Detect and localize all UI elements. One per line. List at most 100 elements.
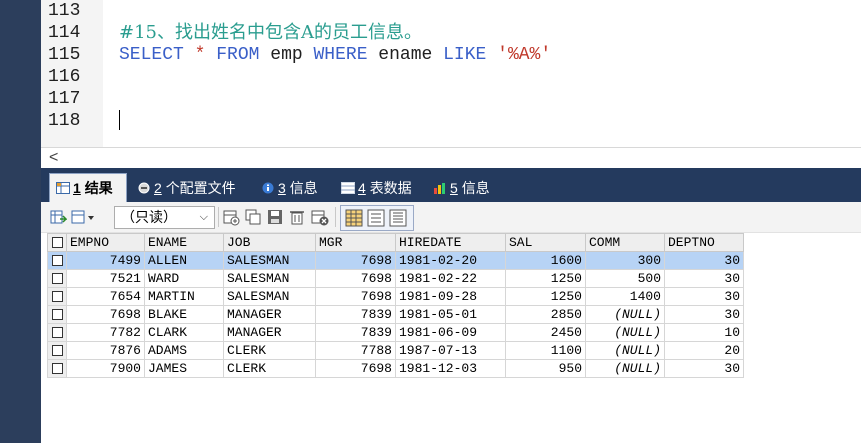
- table-cell[interactable]: (NULL): [585, 341, 665, 360]
- table-cell[interactable]: 20: [664, 341, 744, 360]
- table-cell[interactable]: 7499: [66, 251, 145, 270]
- table-cell[interactable]: 7698: [315, 287, 396, 306]
- table-row[interactable]: 7499 ALLEN SALESMAN 7698 1981-02-20 1600 300 30: [47, 251, 744, 270]
- row-select-cell[interactable]: [47, 341, 67, 360]
- table-cell[interactable]: 1981-06-09: [395, 323, 506, 342]
- table-cell[interactable]: 30: [664, 359, 744, 378]
- row-checkbox[interactable]: [51, 291, 63, 303]
- table-cell[interactable]: 7698: [66, 305, 145, 324]
- table-row[interactable]: 7900 JAMES CLERK 7698 1981-12-03 950 (NULL) 30: [47, 359, 744, 378]
- table-cell[interactable]: MANAGER: [223, 323, 316, 342]
- table-cell[interactable]: 2850: [505, 305, 586, 324]
- tab-info[interactable]: 5 信息: [427, 174, 490, 202]
- table-cell[interactable]: 7876: [66, 341, 145, 360]
- row-select-cell[interactable]: [47, 251, 67, 270]
- text-view-icon[interactable]: [389, 209, 407, 227]
- tab-profile[interactable]: 2 个配置文件: [131, 174, 236, 202]
- table-cell[interactable]: ADAMS: [144, 341, 224, 360]
- row-select-cell[interactable]: [47, 269, 67, 288]
- table-cell[interactable]: ALLEN: [144, 251, 224, 270]
- scroll-left-arrow-icon[interactable]: <: [49, 148, 58, 168]
- table-cell[interactable]: 1981-05-01: [395, 305, 506, 324]
- table-cell[interactable]: 7839: [315, 305, 396, 324]
- row-select-cell[interactable]: [47, 323, 67, 342]
- row-select-cell[interactable]: [47, 287, 67, 306]
- editor-horizontal-scrollbar[interactable]: <: [41, 147, 861, 169]
- table-cell[interactable]: 1600: [505, 251, 586, 270]
- row-checkbox[interactable]: [51, 273, 63, 285]
- table-cell[interactable]: 7788: [315, 341, 396, 360]
- column-header[interactable]: ENAME: [144, 233, 224, 252]
- row-checkbox[interactable]: [51, 309, 63, 321]
- table-cell[interactable]: BLAKE: [144, 305, 224, 324]
- table-cell[interactable]: (NULL): [585, 359, 665, 378]
- table-cell[interactable]: 7698: [315, 251, 396, 270]
- table-cell[interactable]: (NULL): [585, 305, 665, 324]
- table-cell[interactable]: 1250: [505, 269, 586, 288]
- table-row[interactable]: 7654 MARTIN SALESMAN 7698 1981-09-28 1250 1400…: [47, 287, 744, 306]
- table-cell[interactable]: 7698: [315, 359, 396, 378]
- table-cell[interactable]: CLERK: [223, 359, 316, 378]
- column-header[interactable]: HIREDATE: [395, 233, 506, 252]
- table-cell[interactable]: 1981-12-03: [395, 359, 506, 378]
- table-cell[interactable]: 1987-07-13: [395, 341, 506, 360]
- row-checkbox[interactable]: [51, 255, 63, 267]
- table-cell[interactable]: SALESMAN: [223, 287, 316, 306]
- table-cell[interactable]: 30: [664, 287, 744, 306]
- table-cell[interactable]: SALESMAN: [223, 251, 316, 270]
- table-cell[interactable]: 1981-09-28: [395, 287, 506, 306]
- column-header[interactable]: COMM: [585, 233, 665, 252]
- result-grid[interactable]: EMPNO ENAME JOB MGR HIREDATE SAL COMM DE…: [47, 233, 744, 378]
- table-cell[interactable]: 7900: [66, 359, 145, 378]
- column-header[interactable]: JOB: [223, 233, 316, 252]
- table-row[interactable]: 7698 BLAKE MANAGER 7839 1981-05-01 2850 (NULL)…: [47, 305, 744, 324]
- copy-row-icon[interactable]: [244, 208, 262, 226]
- column-header[interactable]: EMPNO: [66, 233, 145, 252]
- table-cell[interactable]: 1400: [585, 287, 665, 306]
- row-select-cell[interactable]: [47, 305, 67, 324]
- table-cell[interactable]: MANAGER: [223, 305, 316, 324]
- delete-icon[interactable]: [288, 208, 306, 226]
- table-cell[interactable]: JAMES: [144, 359, 224, 378]
- table-cell[interactable]: (NULL): [585, 323, 665, 342]
- table-row[interactable]: 7521 WARD SALESMAN 7698 1981-02-22 1250 500 30: [47, 269, 744, 288]
- table-cell[interactable]: 950: [505, 359, 586, 378]
- table-cell[interactable]: 7654: [66, 287, 145, 306]
- form-view-icon[interactable]: [367, 209, 385, 227]
- select-all-checkbox[interactable]: [51, 237, 63, 249]
- table-cell[interactable]: 30: [664, 305, 744, 324]
- table-cell[interactable]: WARD: [144, 269, 224, 288]
- table-cell[interactable]: 30: [664, 269, 744, 288]
- readonly-mode-select[interactable]: （只读） ⌵: [114, 206, 215, 229]
- table-cell[interactable]: 30: [664, 251, 744, 270]
- grid-view-icon[interactable]: [345, 209, 363, 227]
- column-header[interactable]: SAL: [505, 233, 586, 252]
- row-checkbox[interactable]: [51, 345, 63, 357]
- tab-messages[interactable]: 3 信息: [255, 174, 318, 202]
- table-cell[interactable]: 1100: [505, 341, 586, 360]
- cancel-icon[interactable]: [311, 208, 329, 226]
- sql-editor[interactable]: 113 114 #15、找出姓名中包含A的员工信息。 115 SELECT * FROM…: [41, 0, 861, 147]
- table-cell[interactable]: MARTIN: [144, 287, 224, 306]
- tab-table-data[interactable]: 4 表数据: [335, 174, 412, 202]
- table-cell[interactable]: SALESMAN: [223, 269, 316, 288]
- table-cell[interactable]: 500: [585, 269, 665, 288]
- table-cell[interactable]: 10: [664, 323, 744, 342]
- table-cell[interactable]: 7521: [66, 269, 145, 288]
- import-dropdown-icon[interactable]: [71, 208, 95, 226]
- table-cell[interactable]: 7698: [315, 269, 396, 288]
- select-all-cell[interactable]: [47, 233, 67, 252]
- table-cell[interactable]: 7839: [315, 323, 396, 342]
- export-icon[interactable]: [49, 208, 67, 226]
- table-row[interactable]: 7876 ADAMS CLERK 7788 1987-07-13 1100 (NULL) 20: [47, 341, 744, 360]
- save-icon[interactable]: [266, 208, 284, 226]
- insert-row-icon[interactable]: [222, 208, 240, 226]
- row-select-cell[interactable]: [47, 359, 67, 378]
- table-cell[interactable]: CLERK: [223, 341, 316, 360]
- table-cell[interactable]: 2450: [505, 323, 586, 342]
- table-cell[interactable]: 7782: [66, 323, 145, 342]
- table-cell[interactable]: 1981-02-20: [395, 251, 506, 270]
- table-cell[interactable]: 1250: [505, 287, 586, 306]
- row-checkbox[interactable]: [51, 363, 63, 375]
- column-header[interactable]: DEPTNO: [664, 233, 744, 252]
